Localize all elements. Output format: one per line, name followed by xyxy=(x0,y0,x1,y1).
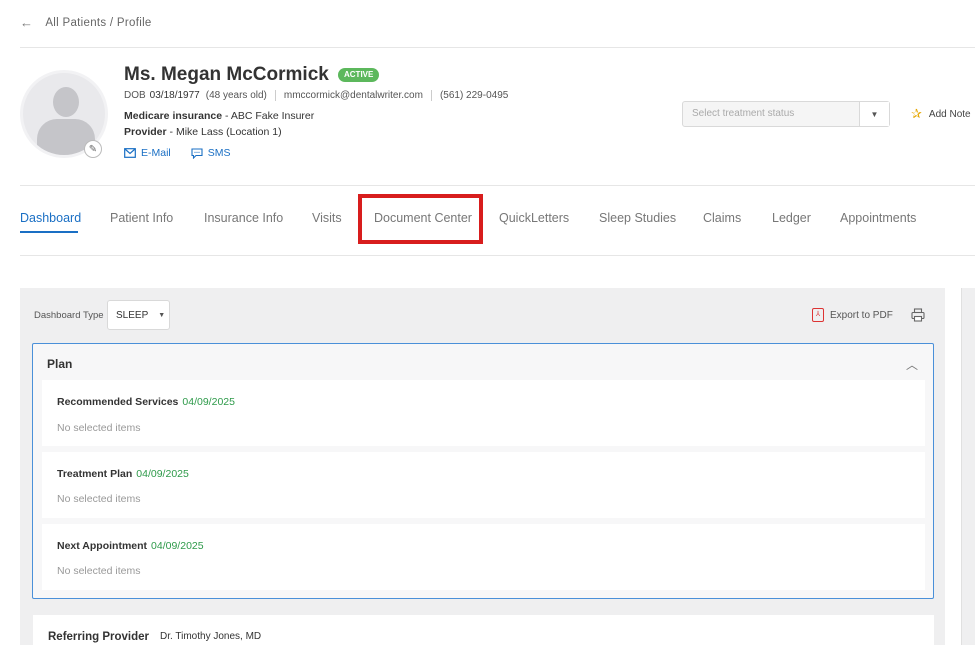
tab-insurance-info[interactable]: Insurance Info xyxy=(204,211,283,225)
insurance-value: ABC Fake Insurer xyxy=(230,110,315,122)
provider-line: Provider - Mike Lass (Location 1) xyxy=(124,126,282,138)
plan-title: Plan xyxy=(47,357,73,371)
insurance-label: Medicare insurance xyxy=(124,110,223,122)
treatment-status-placeholder: Select treatment status xyxy=(692,108,795,119)
dob-value: 03/18/1977 xyxy=(149,90,200,101)
email-button-label: E-Mail xyxy=(141,147,171,159)
age-value: (48 years old) xyxy=(205,90,267,101)
patient-name: Ms. Megan McCormick xyxy=(124,64,329,85)
divider xyxy=(274,90,276,101)
active-tab-indicator xyxy=(20,231,78,233)
tab-quickletters[interactable]: QuickLetters xyxy=(499,211,569,225)
status-badge: ACTIVE xyxy=(338,68,380,82)
tab-sleep-studies[interactable]: Sleep Studies xyxy=(599,211,676,225)
tab-ledger[interactable]: Ledger xyxy=(772,211,811,225)
card-empty-text: No selected items xyxy=(57,422,141,434)
card-date: 04/09/2025 xyxy=(136,468,189,480)
sms-button-label: SMS xyxy=(207,147,231,159)
plan-card-next-appointment xyxy=(42,524,925,590)
provider-label: Provider xyxy=(124,126,167,138)
pin-icon: ✰ xyxy=(911,106,922,121)
pdf-icon: ⅄ xyxy=(812,308,824,322)
export-pdf-label: Export to PDF xyxy=(830,309,893,321)
treatment-status-select[interactable]: Select treatment status ▼ xyxy=(682,101,890,127)
chevron-up-icon[interactable]: ︿ xyxy=(906,356,918,373)
email-value: mmccormick@dentalwriter.com xyxy=(283,90,423,101)
chevron-down-icon[interactable]: ▼ xyxy=(859,102,889,126)
plan-card-recommended-services xyxy=(42,380,925,446)
card-title: Next Appointment 04/09/2025 xyxy=(57,540,204,552)
side-panel xyxy=(961,288,975,645)
patient-meta: DOB 03/18/1977 (48 years old) mmccormick… xyxy=(124,90,508,101)
document-center-highlight-box xyxy=(358,194,483,244)
card-title: Treatment Plan 04/09/2025 xyxy=(57,468,189,480)
email-button[interactable]: E-Mail xyxy=(124,147,171,159)
envelope-icon xyxy=(124,148,136,158)
card-empty-text: No selected items xyxy=(57,565,141,577)
printer-icon[interactable] xyxy=(911,308,925,322)
tab-dashboard[interactable]: Dashboard xyxy=(20,211,81,225)
card-empty-text: No selected items xyxy=(57,493,141,505)
tab-visits[interactable]: Visits xyxy=(312,211,342,225)
tab-patient-info[interactable]: Patient Info xyxy=(110,211,173,225)
dashboard-type-label: Dashboard Type xyxy=(34,310,104,321)
referring-provider-value: Dr. Timothy Jones, MD xyxy=(160,631,262,642)
tab-claims[interactable]: Claims xyxy=(703,211,741,225)
pencil-icon[interactable]: ✎ xyxy=(84,140,102,158)
tab-appointments[interactable]: Appointments xyxy=(840,211,916,225)
caret-down-icon: ▼ xyxy=(158,311,166,319)
add-note-label: Add Note xyxy=(928,108,971,120)
card-date: 04/09/2025 xyxy=(182,396,235,408)
breadcrumb-link[interactable]: All Patients / Profile xyxy=(45,17,151,29)
divider xyxy=(20,255,975,256)
sms-button[interactable]: SMS xyxy=(191,147,231,159)
back-arrow-icon[interactable]: ← xyxy=(20,15,33,30)
avatar-head-shape xyxy=(53,87,79,117)
dob-label: DOB xyxy=(124,90,146,101)
card-title-text: Next Appointment xyxy=(57,540,148,552)
export-pdf-button[interactable]: ⅄ Export to PDF xyxy=(812,308,893,322)
contact-actions: E-Mail SMS xyxy=(124,147,231,159)
card-title: Recommended Services 04/09/2025 xyxy=(57,396,235,408)
add-note-button[interactable]: ✰ Add Note xyxy=(911,106,971,122)
chat-bubble-icon xyxy=(191,147,203,159)
plan-card-treatment-plan xyxy=(42,452,925,518)
card-title-text: Recommended Services xyxy=(57,396,179,408)
dashboard-type-value: SLEEP xyxy=(116,309,149,321)
provider-value: Mike Lass (Location 1) xyxy=(175,126,282,138)
referring-provider-label: Referring Provider xyxy=(48,631,149,643)
breadcrumb: ← All Patients / Profile xyxy=(20,15,152,30)
card-title-text: Treatment Plan xyxy=(57,468,133,480)
divider xyxy=(430,90,432,101)
card-date: 04/09/2025 xyxy=(151,540,204,552)
dashboard-type-select[interactable]: SLEEP ▼ xyxy=(107,300,170,330)
phone-value: (561) 229-0495 xyxy=(439,90,509,101)
insurance-line: Medicare insurance - ABC Fake Insurer xyxy=(124,110,314,122)
divider xyxy=(20,47,975,48)
divider xyxy=(20,185,975,186)
